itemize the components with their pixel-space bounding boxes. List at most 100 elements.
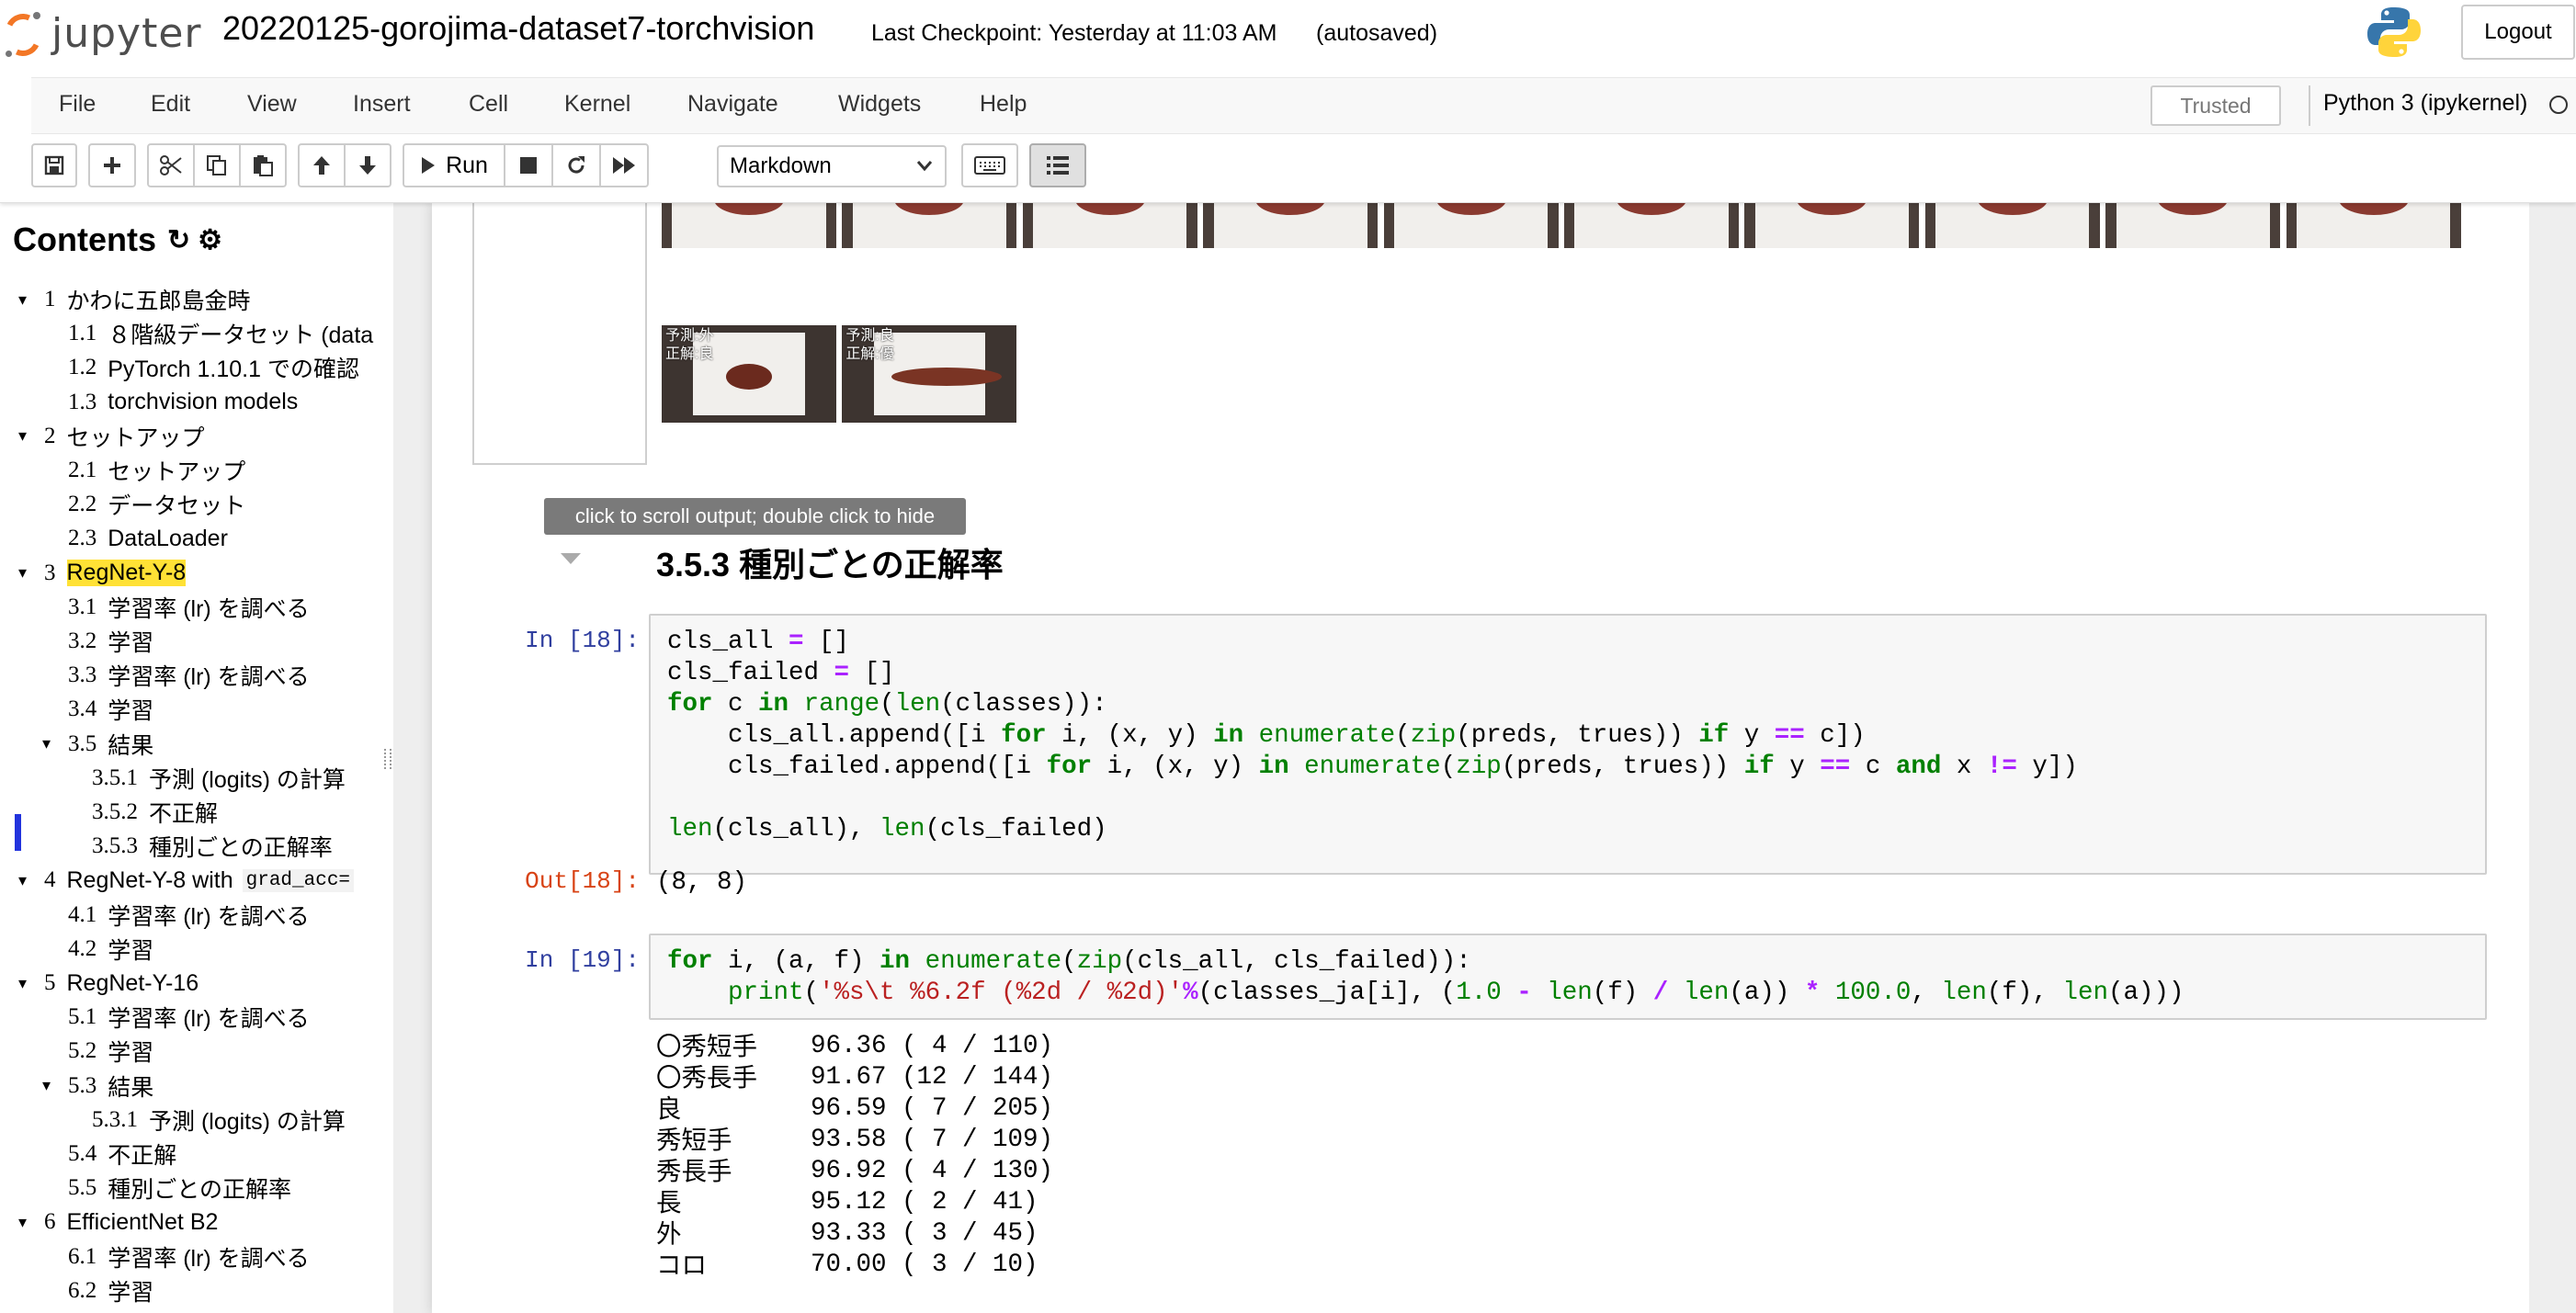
- toc-item-label: 学習率 (lr) を調べる: [108, 664, 310, 691]
- menu-kernel[interactable]: Kernel: [564, 91, 630, 118]
- toc-item[interactable]: 6.1 学習率 (lr) を調べる: [0, 1240, 377, 1273]
- toc-toggle-icon[interactable]: ▾: [42, 1076, 59, 1095]
- toc-item[interactable]: 2.2 データセット: [0, 488, 377, 521]
- toc-item[interactable]: ▾ 5.3 結果: [0, 1070, 377, 1103]
- toc-item[interactable]: ▾ 1 かわに五郎島金時: [0, 283, 377, 316]
- toc-sidebar: Contents ↻ ⚙ ▾ 1 かわに五郎島金時 1.1 ８階級データセット (dat…: [0, 202, 393, 1313]
- toc-item[interactable]: 5.2 学習: [0, 1035, 377, 1068]
- toc-item[interactable]: 3.5.3 種別ごとの正解率: [0, 830, 377, 863]
- toc-item[interactable]: ▾ 2 セットアップ: [0, 420, 377, 453]
- toc-item[interactable]: 5.4 不正解: [0, 1138, 377, 1171]
- section-heading[interactable]: 3.5.3 種別ごとの正解率: [656, 538, 1004, 586]
- toc-item-label: 結果: [108, 1074, 154, 1101]
- move-down-button[interactable]: [344, 143, 392, 187]
- output-prompt-area[interactable]: [472, 202, 647, 465]
- toc-item[interactable]: 3.3 学習率 (lr) を調べる: [0, 659, 377, 692]
- toc-item[interactable]: 1.3 torchvision models: [0, 386, 377, 419]
- output-image-thumbnail: [1564, 202, 1739, 248]
- toc-toggle-button[interactable]: [1029, 143, 1086, 187]
- copy-button[interactable]: [193, 143, 241, 187]
- toc-item-text: 5.4 不正解: [68, 1138, 176, 1171]
- toc-item[interactable]: 2.3 DataLoader: [0, 522, 377, 555]
- accuracy-value: 96.59 ( 7 / 205): [811, 1094, 1054, 1123]
- refresh-icon[interactable]: ↻: [167, 224, 190, 256]
- kernel-idle-icon: [2549, 96, 2568, 114]
- toc-item[interactable]: 3.4 学習: [0, 693, 377, 726]
- code-cell-19-source[interactable]: for i, (a, f) in enumerate(zip(cls_all, …: [667, 946, 2184, 1009]
- toc-toggle-icon[interactable]: ▾: [18, 426, 35, 446]
- restart-button[interactable]: [551, 143, 601, 187]
- menu-insert[interactable]: Insert: [353, 91, 411, 118]
- toc-toggle-icon[interactable]: ▾: [18, 1213, 35, 1232]
- move-up-button[interactable]: [298, 143, 346, 187]
- toc-item[interactable]: 5.1 学習率 (lr) を調べる: [0, 1001, 377, 1034]
- menu-view[interactable]: View: [247, 91, 297, 118]
- toc-item-text: 3.5.3 種別ごとの正解率: [92, 830, 333, 863]
- toc-item[interactable]: ▾ 3 RegNet-Y-8: [0, 557, 377, 590]
- menu-widgets[interactable]: Widgets: [838, 91, 921, 118]
- toc-item-text: 3 RegNet-Y-8: [44, 560, 187, 587]
- code-cell-18-source[interactable]: cls_all = [] cls_failed = [] for c in ra…: [667, 627, 2078, 845]
- kernel-name[interactable]: Python 3 (ipykernel): [2323, 90, 2527, 117]
- toc-item[interactable]: 1.2 PyTorch 1.10.1 での確認: [0, 351, 377, 384]
- notebook-container: 予測:外 正解:良 予測:良 正解:優 click to scroll output;…: [432, 202, 2529, 1313]
- toc-item[interactable]: 4.1 学習率 (lr) を調べる: [0, 899, 377, 932]
- command-palette-button[interactable]: [961, 143, 1018, 187]
- cut-button[interactable]: [147, 143, 195, 187]
- toc-item-text: 1.1 ８階級データセット (data: [68, 317, 373, 350]
- toc-item-text: 5.1 学習率 (lr) を調べる: [68, 1001, 310, 1034]
- toc-toggle-icon[interactable]: ▾: [18, 290, 35, 310]
- class-name: 〇秀長手: [656, 1063, 757, 1092]
- toc-item[interactable]: 1.1 ８階級データセット (data: [0, 317, 377, 350]
- toc-item-label: 学習: [108, 1279, 154, 1306]
- toc-item[interactable]: 3.2 学習: [0, 625, 377, 658]
- toc-item[interactable]: 3.1 学習率 (lr) を調べる: [0, 591, 377, 624]
- toc-item-text: 5.2 学習: [68, 1035, 153, 1068]
- toc-item-number: 1.2: [68, 355, 97, 380]
- notebook-header: jupyter 20220125-gorojima-dataset7-torch…: [0, 0, 2576, 203]
- interrupt-button[interactable]: [504, 143, 553, 187]
- toc-item-text: 1 かわに五郎島金時: [44, 283, 251, 316]
- restart-run-all-button[interactable]: [599, 143, 649, 187]
- gear-icon[interactable]: ⚙: [198, 224, 222, 256]
- code-cell-19[interactable]: for i, (a, f) in enumerate(zip(cls_all, …: [649, 934, 2487, 1020]
- toc-resize-handle[interactable]: [384, 749, 392, 769]
- toc-item[interactable]: 5.3.1 予測 (logits) の計算: [0, 1104, 377, 1137]
- toc-item[interactable]: 2.1 セットアップ: [0, 454, 377, 487]
- paste-button[interactable]: [239, 143, 287, 187]
- toc-item-label: 学習率 (lr) を調べる: [108, 595, 310, 622]
- toc-item[interactable]: 4.2 学習: [0, 933, 377, 966]
- toc-item[interactable]: ▾ 3.5 結果: [0, 728, 377, 761]
- logout-button[interactable]: Logout: [2461, 5, 2575, 60]
- toc-item[interactable]: 3.5.2 不正解: [0, 796, 377, 829]
- toc-item[interactable]: ▾ 5 RegNet-Y-16: [0, 967, 377, 1000]
- save-button[interactable]: [31, 143, 77, 187]
- insert-cell-button[interactable]: [88, 143, 136, 187]
- trusted-badge[interactable]: Trusted: [2150, 85, 2281, 126]
- toc-toggle-icon[interactable]: ▾: [18, 871, 35, 890]
- toc-item[interactable]: 6.2 学習: [0, 1274, 377, 1307]
- toc-item-text: 3.3 学習率 (lr) を調べる: [68, 659, 310, 692]
- toc-toggle-icon[interactable]: ▾: [18, 563, 35, 583]
- toc-item-text: 3.2 学習: [68, 625, 153, 658]
- menu-file[interactable]: File: [59, 91, 96, 118]
- menu-edit[interactable]: Edit: [151, 91, 190, 118]
- toc-item-label: 学習: [108, 1040, 154, 1067]
- toc-item-number: 3.5.3: [92, 833, 138, 859]
- collapse-heading-icon[interactable]: [561, 553, 581, 564]
- toc-toggle-icon[interactable]: ▾: [18, 974, 35, 993]
- menu-navigate[interactable]: Navigate: [687, 91, 778, 118]
- cell-type-select[interactable]: Markdown: [717, 145, 947, 187]
- run-button[interactable]: Run: [403, 143, 505, 187]
- toc-item[interactable]: 5.5 種別ごとの正解率: [0, 1172, 377, 1205]
- notebook-title[interactable]: 20220125-gorojima-dataset7-torchvision: [222, 9, 814, 48]
- jupyter-logo[interactable]: jupyter: [0, 4, 202, 62]
- menu-help[interactable]: Help: [980, 91, 1027, 118]
- toc-item-label: ８階級データセット (data: [108, 323, 374, 349]
- menu-cell[interactable]: Cell: [469, 91, 508, 118]
- toc-item[interactable]: ▾ 6 EfficientNet B2: [0, 1205, 377, 1239]
- toc-item[interactable]: ▾ 4 RegNet-Y-8 with grad_acc=: [0, 864, 377, 897]
- code-cell-18[interactable]: cls_all = [] cls_failed = [] for c in ra…: [649, 614, 2487, 875]
- toc-toggle-icon[interactable]: ▾: [42, 734, 59, 753]
- toc-item[interactable]: 3.5.1 予測 (logits) の計算: [0, 762, 377, 795]
